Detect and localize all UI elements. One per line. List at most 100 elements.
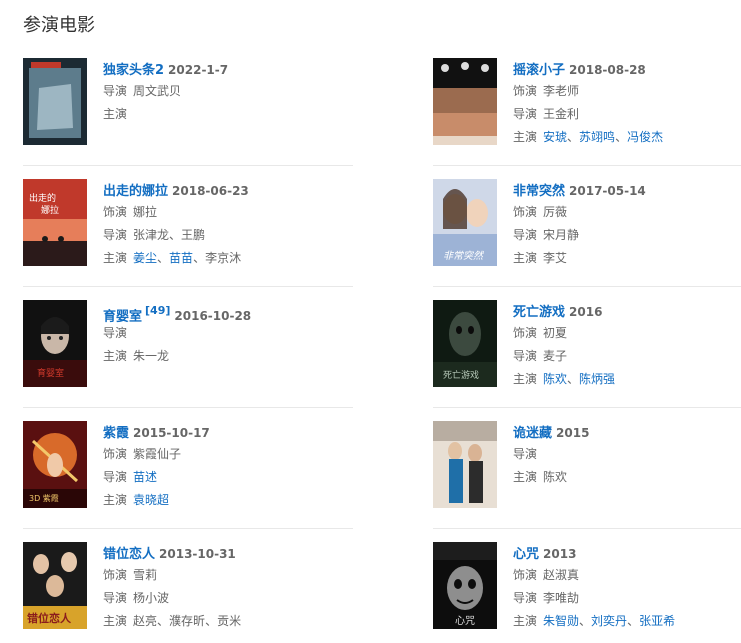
starring-name[interactable]: 安琥 bbox=[543, 130, 567, 144]
poster-xinzhou[interactable]: 心咒 bbox=[433, 542, 497, 629]
role-name: 雪莉 bbox=[133, 568, 158, 582]
starring-name: 陈欢 bbox=[543, 470, 568, 484]
starring-row: 主演 陈欢 bbox=[513, 466, 741, 489]
role-row: 饰演 赵淑真 bbox=[513, 564, 741, 587]
director-label: 导演 bbox=[103, 470, 128, 484]
name-separator: 、 bbox=[157, 614, 170, 628]
starring-name[interactable]: 朱智勋 bbox=[543, 614, 579, 628]
film-date: 2015-10-17 bbox=[133, 426, 210, 440]
film-header: 错位恋人 2013-10-31 bbox=[103, 542, 353, 564]
name-separator: 、 bbox=[157, 251, 170, 265]
poster-zixia[interactable]: 3D 紫霞 bbox=[23, 421, 87, 508]
starring-name: 李京沐 bbox=[205, 251, 242, 265]
role-row: 饰演 紫霞仙子 bbox=[103, 443, 353, 466]
film-title-link[interactable]: 死亡游戏 bbox=[513, 305, 565, 320]
name-separator: 、 bbox=[627, 614, 640, 628]
poster-feichangturan[interactable]: 非常突然 bbox=[433, 179, 497, 266]
starring-name[interactable]: 刘奕丹 bbox=[591, 614, 627, 628]
film-card: 死亡游戏 死亡游戏 2016 饰演 初夏 导演 麦子 主演 陈欢、陈炳强 bbox=[433, 300, 741, 390]
film-info: 错位恋人 2013-10-31 饰演 雪莉 导演 杨小波 主演 赵亮、濮存昕、贡米 bbox=[103, 542, 353, 633]
name-separator: 、 bbox=[567, 372, 580, 386]
film-card: 育婴室 育婴室 [49] 2016-10-28 导演 主演 朱一龙 bbox=[23, 300, 353, 390]
starring-row: 主演 赵亮、濮存昕、贡米 bbox=[103, 610, 353, 633]
svg-text:3D 紫霞: 3D 紫霞 bbox=[29, 494, 59, 503]
film-title-link[interactable]: 诡迷藏 bbox=[513, 426, 552, 441]
film-info: 死亡游戏 2016 饰演 初夏 导演 麦子 主演 陈欢、陈炳强 bbox=[513, 300, 741, 391]
svg-text:死亡游戏: 死亡游戏 bbox=[443, 369, 479, 381]
starring-label: 主演 bbox=[513, 372, 538, 386]
poster-yaogunxiaozi[interactable] bbox=[433, 58, 497, 145]
role-name: 李老师 bbox=[543, 84, 580, 98]
film-header: 紫霞 2015-10-17 bbox=[103, 421, 353, 443]
film-title-link[interactable]: 错位恋人 bbox=[103, 547, 155, 562]
role-label: 饰演 bbox=[513, 568, 538, 582]
film-title-link[interactable]: 心咒 bbox=[513, 547, 539, 562]
starring-name[interactable]: 陈炳强 bbox=[579, 372, 615, 386]
starring-row: 主演 朱一龙 bbox=[103, 345, 353, 368]
director-row: 导演 张津龙、王鹏 bbox=[103, 224, 353, 247]
film-date: 2016-10-28 bbox=[174, 309, 252, 324]
row-divider bbox=[433, 407, 741, 408]
poster-chuzoudenala[interactable]: 出走的 娜拉 bbox=[23, 179, 87, 266]
starring-name[interactable]: 冯俊杰 bbox=[627, 130, 663, 144]
director-row: 导演 bbox=[103, 322, 353, 345]
director-label: 导演 bbox=[103, 84, 128, 98]
svg-text:育婴室: 育婴室 bbox=[37, 367, 64, 379]
film-title-link[interactable]: 出走的娜拉 bbox=[103, 184, 168, 199]
director-name: 麦子 bbox=[543, 349, 568, 363]
director-row: 导演 bbox=[513, 443, 741, 466]
film-title-link[interactable]: 摇滚小子 bbox=[513, 63, 565, 78]
starring-row: 主演 袁晓超 bbox=[103, 489, 353, 512]
film-date: 2015 bbox=[556, 426, 590, 440]
director-row: 导演 王金利 bbox=[513, 103, 741, 126]
role-row: 饰演 娜拉 bbox=[103, 201, 353, 224]
director-label: 导演 bbox=[513, 591, 538, 605]
poster-title-text: 错位恋人 bbox=[27, 611, 72, 625]
film-card: 3D 紫霞 紫霞 2015-10-17 饰演 紫霞仙子 导演 苗述 主演 袁晓超 bbox=[23, 421, 353, 511]
film-title-link[interactable]: 非常突然 bbox=[513, 184, 565, 199]
role-label: 饰演 bbox=[103, 205, 128, 219]
starring-name[interactable]: 陈欢 bbox=[543, 372, 567, 386]
starring-name[interactable]: 袁晓超 bbox=[133, 493, 169, 507]
role-label: 饰演 bbox=[513, 84, 538, 98]
svg-text:娜拉: 娜拉 bbox=[41, 204, 59, 216]
starring-name[interactable]: 张亚希 bbox=[639, 614, 675, 628]
starring-name[interactable]: 苏翊鸣 bbox=[579, 130, 615, 144]
role-row: 饰演 雪莉 bbox=[103, 564, 353, 587]
svg-text:出走的: 出走的 bbox=[29, 192, 56, 204]
poster-title-text: 心咒 bbox=[455, 615, 475, 627]
director-row: 导演 苗述 bbox=[103, 466, 353, 489]
poster-guimicang[interactable] bbox=[433, 421, 497, 508]
film-header: 诡迷藏 2015 bbox=[513, 421, 741, 443]
director-name[interactable]: 苗述 bbox=[133, 470, 157, 484]
poster-siwangyouxi[interactable]: 死亡游戏 bbox=[433, 300, 497, 387]
director-label: 导演 bbox=[103, 591, 128, 605]
poster-cuoweilianren[interactable]: 错位恋人 bbox=[23, 542, 87, 629]
role-label: 饰演 bbox=[103, 447, 128, 461]
starring-name[interactable]: 姜尘 bbox=[133, 251, 157, 265]
film-date: 2013 bbox=[543, 547, 577, 561]
poster-yuyingshi[interactable]: 育婴室 bbox=[23, 300, 87, 387]
film-header: 出走的娜拉 2018-06-23 bbox=[103, 179, 353, 201]
director-name: 王鹏 bbox=[181, 228, 206, 242]
starring-name[interactable]: 苗苗 bbox=[169, 251, 193, 265]
film-card: 独家头条2 2022-1-7 导演 周文武贝 主演 bbox=[23, 58, 353, 148]
role-row: 饰演 李老师 bbox=[513, 80, 741, 103]
film-header: 非常突然 2017-05-14 bbox=[513, 179, 741, 201]
starring-row: 主演 姜尘、苗苗、李京沐 bbox=[103, 247, 353, 270]
role-label: 饰演 bbox=[513, 205, 538, 219]
poster-dujiatoutiao2[interactable] bbox=[23, 58, 87, 145]
role-row: 饰演 厉薇 bbox=[513, 201, 741, 224]
director-row: 导演 宋月静 bbox=[513, 224, 741, 247]
citation-link[interactable]: [49] bbox=[145, 304, 170, 317]
director-label: 导演 bbox=[513, 107, 538, 121]
role-name: 紫霞仙子 bbox=[133, 447, 182, 461]
director-name: 李唯劼 bbox=[543, 591, 580, 605]
film-info: 独家头条2 2022-1-7 导演 周文武贝 主演 bbox=[103, 58, 353, 126]
name-separator: 、 bbox=[615, 130, 628, 144]
film-title-link[interactable]: 紫霞 bbox=[103, 426, 129, 441]
row-divider bbox=[433, 165, 741, 166]
starring-name: 贡米 bbox=[217, 614, 242, 628]
film-title-link[interactable]: 独家头条2 bbox=[103, 63, 164, 78]
starring-label: 主演 bbox=[103, 493, 128, 507]
